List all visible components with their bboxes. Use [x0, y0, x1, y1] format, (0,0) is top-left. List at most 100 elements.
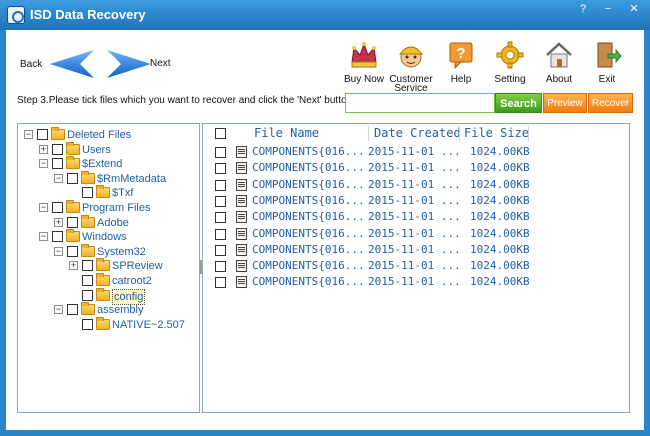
table-row[interactable]: COMPONENTS{016... 2015-11-01 ... 1024.00KB	[203, 160, 629, 176]
tree-node-label[interactable]: $Extend	[82, 157, 122, 171]
table-row[interactable]: COMPONENTS{016... 2015-11-01 ... 1024.00KB	[203, 274, 629, 290]
tree-node[interactable]: $Txf	[18, 185, 198, 200]
back-arrow-icon[interactable]	[50, 50, 94, 78]
tree-node[interactable]: − System32	[18, 243, 198, 259]
tree-checkbox[interactable]	[52, 158, 63, 170]
collapse-icon[interactable]: −	[39, 203, 48, 212]
tree-node[interactable]: − $RmMetadata	[18, 170, 198, 186]
tree-node-label[interactable]: catroot2	[112, 274, 152, 288]
collapse-icon[interactable]: −	[54, 305, 63, 315]
buy-now-label: Buy Now	[343, 74, 384, 85]
tree-node[interactable]: NATIVE~2.507	[18, 316, 198, 332]
collapse-icon[interactable]: −	[54, 173, 63, 183]
next-arrow-icon[interactable]	[107, 50, 151, 78]
column-header-file-name[interactable]: File Name	[254, 125, 319, 142]
expand-icon[interactable]: +	[69, 261, 78, 271]
tree-node[interactable]: + SPReview	[18, 258, 198, 273]
tree-node-label[interactable]: Windows	[82, 230, 127, 244]
tree-checkbox[interactable]	[37, 129, 48, 140]
about-button[interactable]: About	[536, 40, 582, 90]
expand-icon[interactable]: +	[54, 217, 63, 227]
tree-checkbox[interactable]	[67, 216, 78, 228]
tree-node[interactable]: − assembly	[18, 302, 198, 317]
minimize-button[interactable]: −	[598, 2, 618, 17]
back-label[interactable]: Back	[20, 59, 42, 70]
tree-node[interactable]: − Deleted Files	[18, 127, 198, 142]
tree-node-label[interactable]: $RmMetadata	[97, 172, 166, 186]
customer-service-button[interactable]: Customer Service	[388, 40, 434, 94]
table-row[interactable]: COMPONENTS{016... 2015-11-01 ... 1024.00KB	[203, 226, 629, 242]
collapse-icon[interactable]: −	[24, 130, 33, 139]
collapse-icon[interactable]: −	[54, 246, 63, 256]
tree-checkbox[interactable]	[82, 275, 93, 286]
tree-node[interactable]: config	[18, 287, 198, 305]
tree-node[interactable]: catroot2	[18, 273, 198, 288]
file-size-cell: 1024.00KB	[470, 210, 530, 224]
tree-node-label[interactable]: assembly	[97, 303, 143, 317]
row-checkbox[interactable]	[215, 244, 226, 256]
column-divider[interactable]	[528, 126, 529, 141]
row-checkbox[interactable]	[215, 179, 226, 191]
tree-checkbox[interactable]	[82, 187, 93, 199]
tree-checkbox[interactable]	[52, 202, 63, 213]
row-checkbox[interactable]	[215, 261, 226, 273]
row-checkbox[interactable]	[215, 163, 226, 175]
tree-checkbox[interactable]	[67, 304, 78, 316]
search-input[interactable]	[345, 93, 495, 113]
table-row[interactable]: COMPONENTS{016... 2015-11-01 ... 1024.00KB	[203, 144, 629, 160]
select-all-checkbox[interactable]	[215, 128, 226, 139]
table-row[interactable]: COMPONENTS{016... 2015-11-01 ... 1024.00KB	[203, 177, 629, 193]
help-button[interactable]: ? Help	[438, 40, 484, 90]
table-row[interactable]: COMPONENTS{016... 2015-11-01 ... 1024.00KB	[203, 193, 629, 209]
table-row[interactable]: COMPONENTS{016... 2015-11-01 ... 1024.00KB	[203, 258, 629, 274]
tree-node[interactable]: + Users	[18, 141, 198, 157]
exit-button[interactable]: Exit	[584, 40, 630, 90]
table-row[interactable]: COMPONENTS{016... 2015-11-01 ... 1024.00KB	[203, 209, 629, 225]
title-bar[interactable]: ISD Data Recovery ? − ✕	[0, 0, 650, 30]
buy-now-button[interactable]: Buy Now	[341, 40, 387, 90]
tree-checkbox[interactable]	[82, 318, 93, 330]
row-checkbox[interactable]	[215, 228, 226, 240]
help-label: Help	[450, 74, 472, 85]
row-checkbox[interactable]	[215, 195, 226, 207]
tree-checkbox[interactable]	[67, 245, 78, 257]
next-label[interactable]: Next	[150, 58, 171, 69]
tree-node-label[interactable]: config	[112, 288, 146, 305]
column-divider[interactable]	[459, 126, 460, 141]
tree-checkbox[interactable]	[82, 260, 93, 272]
setting-button[interactable]: Setting	[487, 40, 533, 90]
recover-button[interactable]: Recover	[588, 93, 633, 113]
tree-checkbox[interactable]	[52, 143, 63, 155]
collapse-icon[interactable]: −	[39, 232, 48, 242]
collapse-icon[interactable]: −	[39, 159, 48, 169]
table-row[interactable]: COMPONENTS{016... 2015-11-01 ... 1024.00KB	[203, 242, 629, 258]
preview-button[interactable]: Preview	[543, 93, 587, 113]
help-window-button[interactable]: ?	[573, 2, 593, 17]
column-divider[interactable]	[368, 126, 369, 141]
column-header-date-created[interactable]: Date Created	[374, 125, 461, 142]
tree-node-label[interactable]: System32	[97, 245, 146, 259]
tree-checkbox[interactable]	[67, 172, 78, 184]
tree-checkbox[interactable]	[82, 289, 93, 301]
tree-node[interactable]: − Windows	[18, 229, 198, 244]
tree-node[interactable]: + Adobe	[18, 214, 198, 230]
tree-node[interactable]: − $Extend	[18, 156, 198, 171]
file-list-panel[interactable]: File Name Date Created File Size COMPONE…	[202, 123, 630, 413]
expand-icon[interactable]: +	[39, 144, 48, 154]
tree-node-label[interactable]: Adobe	[97, 216, 129, 230]
tree-node-label[interactable]: SPReview	[112, 259, 163, 273]
tree-checkbox[interactable]	[52, 231, 63, 243]
tree-node-label[interactable]: NATIVE~2.507	[112, 318, 185, 332]
folder-tree-panel[interactable]: − Deleted Files + Users − $Extend − $RmMetadata…	[17, 123, 200, 413]
tree-node-label[interactable]: Deleted Files	[67, 128, 131, 142]
search-button[interactable]: Search	[495, 93, 542, 113]
row-checkbox[interactable]	[215, 277, 226, 289]
tree-node[interactable]: − Program Files	[18, 200, 198, 215]
row-checkbox[interactable]	[215, 147, 226, 158]
tree-node-label[interactable]: Users	[82, 143, 111, 157]
close-button[interactable]: ✕	[624, 2, 644, 17]
tree-node-label[interactable]: $Txf	[112, 186, 133, 200]
tree-node-label[interactable]: Program Files	[82, 201, 150, 215]
row-checkbox[interactable]	[215, 212, 226, 224]
column-header-file-size[interactable]: File Size	[464, 125, 529, 142]
